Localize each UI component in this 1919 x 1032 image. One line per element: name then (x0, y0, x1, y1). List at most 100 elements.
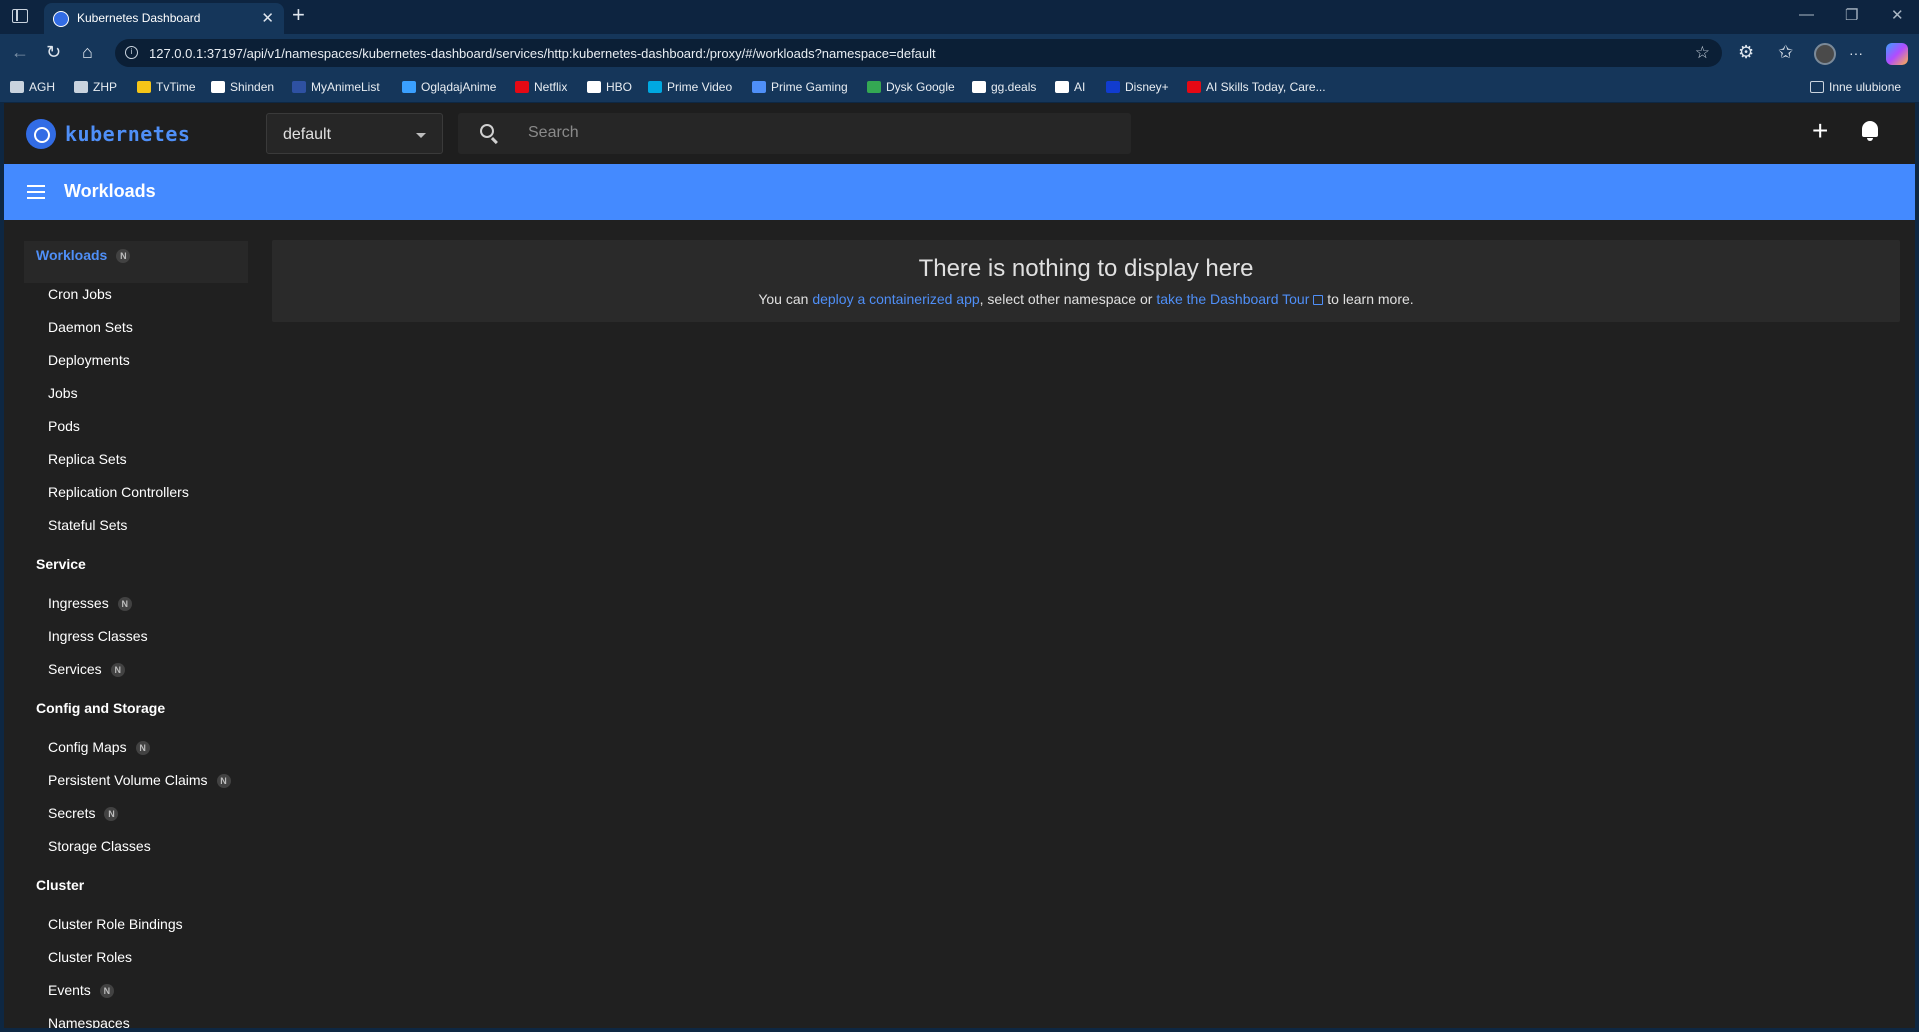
tab-actions-icon[interactable] (12, 9, 28, 23)
bookmark-item[interactable]: AI Skills Today, Care... (1187, 80, 1326, 94)
tab-title: Kubernetes Dashboard (77, 11, 201, 25)
sidebar-item-deployments[interactable]: Deployments (48, 352, 130, 368)
bookmark-icon (867, 81, 881, 93)
sidebar-item-daemon-sets[interactable]: Daemon Sets (48, 319, 133, 335)
external-link-icon (1313, 295, 1324, 305)
bookmark-item[interactable]: TvTime (137, 80, 196, 94)
sidebar-section-config-and-storage[interactable]: Config and Storage (36, 700, 165, 716)
folder-icon (1810, 81, 1824, 93)
tab-kubernetes-dashboard[interactable]: Kubernetes Dashboard ✕ (44, 3, 284, 34)
deploy-app-link[interactable]: deploy a containerized app (812, 291, 979, 307)
bookmark-icon (648, 81, 662, 93)
notifications-bell-icon[interactable] (1862, 121, 1878, 141)
namespace-select[interactable]: default (266, 113, 443, 154)
bookmark-icon (10, 81, 24, 93)
address-toolbar: ← ↻ ⌂ i 127.0.0.1:37197/api/v1/namespace… (0, 34, 1919, 72)
site-info-icon[interactable]: i (125, 46, 138, 59)
bookmark-item[interactable]: ZHP (74, 80, 117, 94)
namespaced-badge: N (216, 774, 231, 788)
sidebar-item-jobs[interactable]: Jobs (48, 385, 78, 401)
copilot-icon[interactable] (1886, 43, 1908, 65)
sidebar-item-pods[interactable]: Pods (48, 418, 80, 434)
kubernetes-logo-icon[interactable] (26, 119, 56, 149)
namespaced-badge: N (135, 741, 150, 755)
bookmark-icon (587, 81, 601, 93)
dashboard-tour-link[interactable]: take the Dashboard Tour (1156, 291, 1324, 307)
bookmark-item[interactable]: Disney+ (1106, 80, 1169, 94)
bookmark-icon (74, 81, 88, 93)
sidebar-section-service[interactable]: Service (36, 556, 86, 572)
namespaced-badge: N (110, 663, 125, 677)
sidebar-item-services[interactable]: Services N (48, 661, 125, 677)
sidebar-item-replication-controllers[interactable]: Replication Controllers (48, 484, 189, 500)
bookmark-icon (752, 81, 766, 93)
bookmark-item[interactable]: Prime Video (648, 80, 732, 94)
sidebar-item-namespaces[interactable]: Namespaces (48, 1015, 130, 1028)
sidebar-item-cluster-roles[interactable]: Cluster Roles (48, 949, 132, 965)
url-text[interactable]: 127.0.0.1:37197/api/v1/namespaces/kubern… (149, 46, 936, 61)
extensions-icon[interactable]: ⚙ (1738, 42, 1754, 62)
sidebar-item-storage-classes[interactable]: Storage Classes (48, 838, 151, 854)
restore-icon[interactable]: ❐ (1845, 6, 1858, 24)
sidebar-item-events[interactable]: Events N (48, 982, 114, 998)
sidebar-section-workloads[interactable]: Workloads N (36, 247, 131, 263)
bookmark-item[interactable]: Shinden (211, 80, 274, 94)
sidebar-section-cluster[interactable]: Cluster (36, 877, 84, 893)
page-title: Workloads (64, 181, 156, 201)
namespaced-badge: N (116, 249, 131, 263)
favorite-star-icon[interactable]: ☆ (1695, 43, 1710, 63)
empty-state-message: You can deploy a containerized app, sele… (758, 291, 1414, 307)
brand-name[interactable]: kubernetes (65, 122, 190, 146)
sidebar-item-persistent-volume-claims[interactable]: Persistent Volume Claims N (48, 772, 231, 788)
favorites-icon[interactable]: ✩ (1778, 42, 1793, 62)
bookmark-item[interactable]: Netflix (515, 80, 567, 94)
sidebar-item-cron-jobs[interactable]: Cron Jobs (48, 286, 112, 302)
namespaced-badge: N (99, 984, 114, 998)
namespaced-badge: N (117, 597, 132, 611)
close-window-icon[interactable]: ✕ (1891, 6, 1904, 24)
sidebar-item-stateful-sets[interactable]: Stateful Sets (48, 517, 127, 533)
search-box[interactable] (458, 113, 1131, 154)
back-icon[interactable]: ← (11, 42, 29, 62)
bookmark-item[interactable]: AI (1055, 80, 1085, 94)
close-tab-icon[interactable]: ✕ (261, 9, 274, 27)
create-resource-button[interactable]: + (1812, 117, 1828, 145)
hamburger-menu-icon[interactable] (27, 185, 45, 199)
empty-state-card: There is nothing to display here You can… (272, 240, 1900, 322)
profile-avatar[interactable] (1814, 43, 1836, 65)
address-bar[interactable]: i 127.0.0.1:37197/api/v1/namespaces/kube… (115, 39, 1722, 67)
more-menu-icon[interactable]: ··· (1849, 43, 1863, 63)
dropdown-arrow-icon (416, 133, 426, 138)
dashboard-header: kubernetes default + (4, 103, 1915, 164)
minimize-icon[interactable]: — (1799, 6, 1814, 23)
page-toolbar: Workloads (4, 164, 1915, 220)
home-icon[interactable]: ⌂ (82, 42, 93, 62)
search-input[interactable] (528, 122, 1108, 144)
bookmark-item[interactable]: OglądajAnime (402, 80, 496, 94)
bookmark-item[interactable]: HBO (587, 80, 632, 94)
reload-icon[interactable]: ↻ (46, 42, 61, 62)
dashboard-page: kubernetes default + Workloads Workloads… (4, 103, 1915, 1028)
bookmark-item[interactable]: AGH (10, 80, 55, 94)
bookmark-item[interactable]: MyAnimeList (292, 80, 380, 94)
bookmark-icon (137, 81, 151, 93)
browser-window: Kubernetes Dashboard ✕ + — ❐ ✕ ← ↻ ⌂ i 1… (0, 0, 1919, 1032)
sidebar-item-secrets[interactable]: Secrets N (48, 805, 119, 821)
sidebar-nav: Workloads N Cron Jobs Daemon Sets Deployment… (4, 220, 254, 1028)
namespaced-badge: N (104, 807, 119, 821)
new-tab-button[interactable]: + (292, 4, 305, 26)
sidebar-item-cluster-role-bindings[interactable]: Cluster Role Bindings (48, 916, 183, 932)
bookmark-icon (292, 81, 306, 93)
kubernetes-favicon-icon (53, 11, 69, 27)
bookmark-item[interactable]: Prime Gaming (752, 80, 848, 94)
bookmark-icon (211, 81, 225, 93)
sidebar-item-replica-sets[interactable]: Replica Sets (48, 451, 127, 467)
bookmark-item[interactable]: Dysk Google (867, 80, 955, 94)
other-bookmarks-folder[interactable]: Inne ulubione (1810, 80, 1901, 94)
search-icon (480, 124, 494, 138)
sidebar-item-ingresses[interactable]: Ingresses N (48, 595, 132, 611)
sidebar-item-config-maps[interactable]: Config Maps N (48, 739, 150, 755)
tab-bar: Kubernetes Dashboard ✕ + — ❐ ✕ (0, 0, 1919, 34)
bookmark-item[interactable]: gg.deals (972, 80, 1036, 94)
sidebar-item-ingress-classes[interactable]: Ingress Classes (48, 628, 148, 644)
